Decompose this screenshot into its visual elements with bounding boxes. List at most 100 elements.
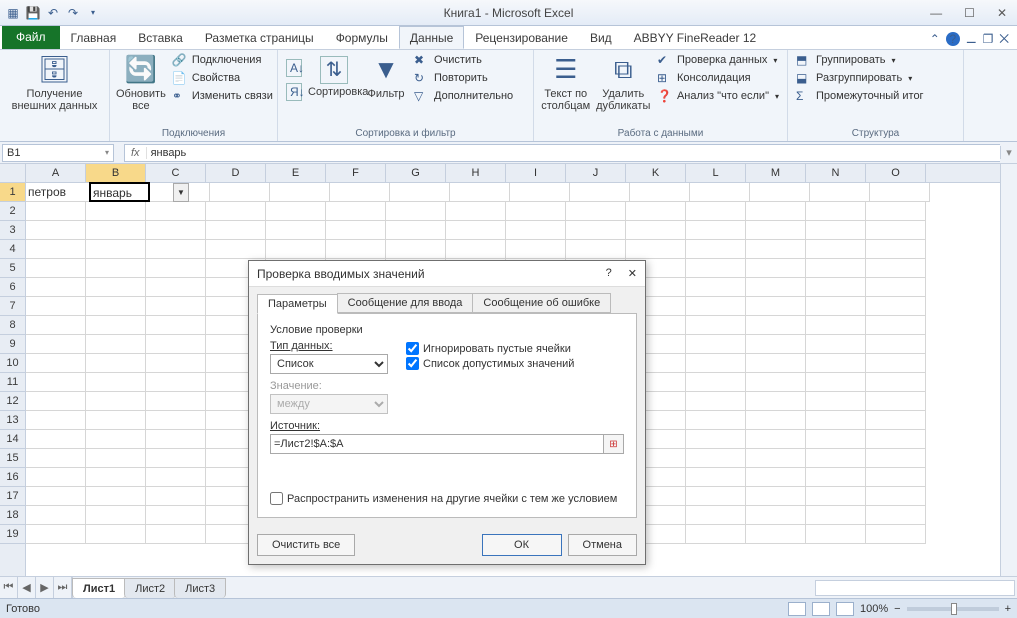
type-select[interactable]: Список [270,354,388,374]
zoom-in-button[interactable]: + [1005,603,1011,615]
cell[interactable] [26,525,86,544]
undo-icon[interactable]: ↶ [44,4,62,22]
cell[interactable] [686,202,746,221]
expand-formula-icon[interactable]: ▾ [1000,146,1017,159]
cell[interactable] [746,335,806,354]
tab-Формулы[interactable]: Формулы [325,26,399,49]
cell[interactable] [26,278,86,297]
cell[interactable] [806,487,866,506]
group-button[interactable]: ⬒Группировать▾ [794,52,926,68]
inner-minimize-icon[interactable]: ⚊ [966,32,977,47]
cell[interactable] [26,354,86,373]
cell[interactable] [746,259,806,278]
cell[interactable] [86,449,146,468]
formula-input[interactable] [147,147,1000,159]
cell[interactable] [86,411,146,430]
cell[interactable] [870,183,930,202]
inner-close-icon[interactable]: ⨉ [999,32,1009,47]
cell[interactable] [26,411,86,430]
cell[interactable] [266,240,326,259]
cell[interactable] [746,525,806,544]
cell[interactable] [86,202,146,221]
cell[interactable] [746,449,806,468]
redo-icon[interactable]: ↷ [64,4,82,22]
row-header[interactable]: 18 [0,506,25,525]
sheet-nav-last-icon[interactable]: ⏭ [54,577,72,598]
ignore-blank-checkbox[interactable]: Игнорировать пустые ячейки [406,342,574,355]
cell[interactable] [806,221,866,240]
cell[interactable] [746,430,806,449]
cell[interactable] [746,316,806,335]
cell[interactable] [866,449,926,468]
cell[interactable] [146,202,206,221]
tab-Данные[interactable]: Данные [399,26,464,49]
cell[interactable] [146,411,206,430]
name-box[interactable]: B1▾ [2,144,114,162]
cell[interactable]: петров [26,183,90,202]
cell[interactable] [686,525,746,544]
range-picker-icon[interactable]: ⊞ [603,435,623,453]
cell[interactable] [806,392,866,411]
minimize-icon[interactable]: — [930,6,942,20]
dialog-tab[interactable]: Сообщение об ошибке [472,293,611,313]
cell[interactable] [866,392,926,411]
col-header[interactable]: J [566,164,626,182]
refresh-all-button[interactable]: 🔄 Обновить все [116,52,166,112]
col-header[interactable]: A [26,164,86,182]
cell[interactable] [146,430,206,449]
cell[interactable] [146,335,206,354]
cell[interactable] [86,316,146,335]
cell[interactable] [386,240,446,259]
zoom-out-button[interactable]: − [894,603,900,615]
in-cell-dropdown-checkbox[interactable]: Список допустимых значений [406,357,574,370]
cell[interactable] [746,487,806,506]
connections-button[interactable]: 🔗Подключения [170,52,275,68]
dialog-tab[interactable]: Параметры [257,294,338,314]
cell[interactable] [686,430,746,449]
cell[interactable] [386,221,446,240]
row-header[interactable]: 2 [0,202,25,221]
cell[interactable] [866,240,926,259]
row-header[interactable]: 1 [0,183,25,202]
cell[interactable] [566,240,626,259]
col-header[interactable]: K [626,164,686,182]
subtotal-button[interactable]: ΣПромежуточный итог [794,88,926,104]
source-input[interactable] [271,435,603,453]
cell[interactable] [86,468,146,487]
cell[interactable] [686,297,746,316]
cell[interactable] [686,392,746,411]
remove-duplicates-button[interactable]: ⧉ Удалить дубликаты [596,52,651,112]
cell[interactable] [26,335,86,354]
cell[interactable] [86,525,146,544]
row-header[interactable]: 7 [0,297,25,316]
cell[interactable] [86,221,146,240]
whatif-button[interactable]: ❓Анализ "что если"▾ [655,88,781,104]
page-break-view-button[interactable] [836,602,854,616]
dialog-close-icon[interactable]: ✕ [628,267,637,280]
clear-all-button[interactable]: Очистить все [257,534,355,556]
advanced-filter-button[interactable]: ▽Дополнительно [412,88,515,104]
cell[interactable] [146,297,206,316]
cell[interactable] [806,354,866,373]
cell[interactable] [206,221,266,240]
col-header[interactable]: C [146,164,206,182]
cell[interactable] [506,221,566,240]
dialog-titlebar[interactable]: Проверка вводимых значений ? ✕ [249,261,645,287]
cell[interactable] [806,430,866,449]
cell[interactable] [326,202,386,221]
tab-Разметка страницы[interactable]: Разметка страницы [194,26,325,49]
cell[interactable] [866,354,926,373]
cell[interactable] [26,316,86,335]
row-header[interactable]: 6 [0,278,25,297]
save-icon[interactable]: 💾 [24,4,42,22]
cell[interactable] [146,354,206,373]
horizontal-scrollbar[interactable] [815,580,1015,596]
row-header[interactable]: 19 [0,525,25,544]
cell[interactable] [746,506,806,525]
cell[interactable] [746,468,806,487]
row-header[interactable]: 14 [0,430,25,449]
cell[interactable] [626,221,686,240]
dialog-tab[interactable]: Сообщение для ввода [337,293,474,313]
row-header[interactable]: 12 [0,392,25,411]
col-header[interactable]: G [386,164,446,182]
